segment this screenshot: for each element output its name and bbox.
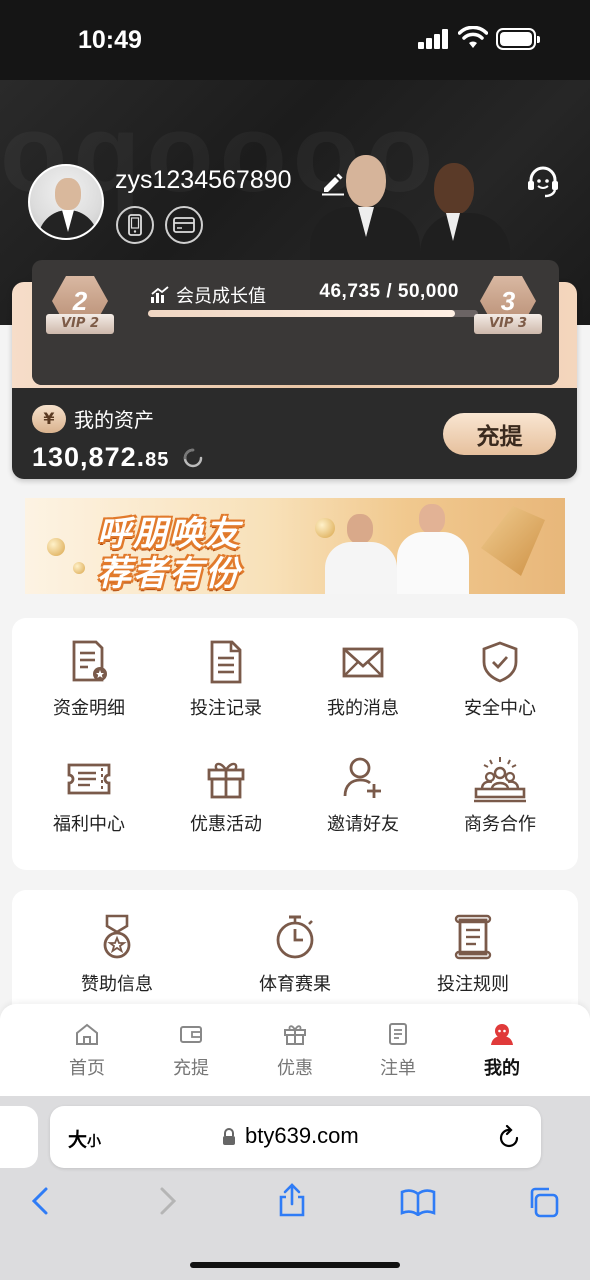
banner-player-image-2: [397, 504, 469, 594]
bet-record-icon: [210, 640, 242, 684]
menu-business-cooperation[interactable]: 商务合作: [430, 756, 570, 836]
growth-chart-icon: [151, 286, 169, 303]
menu-security-center[interactable]: 安全中心: [430, 640, 570, 720]
promo-banner[interactable]: 呼朋唤友 荐者有份: [25, 498, 565, 594]
lock-icon: [223, 1128, 235, 1145]
phone-verify-icon[interactable]: [116, 206, 154, 244]
menu-betting-rules[interactable]: 投注规则: [403, 914, 543, 996]
avatar[interactable]: [28, 164, 104, 240]
status-time: 10:49: [78, 26, 142, 54]
username: zys1234567890: [115, 166, 292, 194]
tab-deposit[interactable]: 充提: [156, 1022, 226, 1080]
vip-progress-panel: 2 VIP 2 会员成长值 46,735 / 50,000 3 VIP 3: [32, 260, 559, 385]
list-icon: [389, 1023, 407, 1045]
mail-icon: [342, 647, 384, 678]
growth-value: 46,735 / 50,000: [319, 281, 459, 302]
url-text: bty639.com: [245, 1123, 359, 1148]
customer-service-icon[interactable]: [525, 164, 561, 200]
tab-bets[interactable]: 注单: [363, 1022, 433, 1080]
bookmarks-icon[interactable]: [400, 1188, 436, 1216]
secondary-menu-card: 赞助信息 体育赛果 投注规则: [12, 890, 578, 1020]
gift-icon: [284, 1025, 306, 1045]
menu-fund-details[interactable]: 资金明细: [19, 640, 159, 720]
deposit-withdraw-button[interactable]: 充提: [443, 413, 556, 455]
signal-icon: [418, 29, 450, 49]
menu-welfare-center[interactable]: 福利中心: [19, 756, 159, 836]
back-icon[interactable]: [30, 1186, 50, 1216]
shield-icon: [482, 641, 518, 683]
banner-trophy-graphic: [481, 506, 545, 576]
bank-card-icon[interactable]: [165, 206, 203, 244]
banner-player-image: [325, 514, 397, 594]
stopwatch-icon: [276, 915, 314, 959]
menu-sports-results[interactable]: 体育赛果: [225, 914, 365, 996]
home-icon: [76, 1023, 98, 1045]
tab-home[interactable]: 首页: [52, 1022, 122, 1080]
home-indicator: [190, 1262, 400, 1268]
assets-label: ¥ 我的资产: [32, 404, 154, 433]
forward-icon[interactable]: [158, 1186, 178, 1216]
edit-icon[interactable]: [320, 170, 346, 196]
menu-sponsorship[interactable]: 赞助信息: [47, 914, 187, 996]
battery-icon: [496, 28, 540, 50]
tabs-icon[interactable]: [527, 1186, 559, 1218]
growth-label: 会员成长值: [150, 282, 266, 308]
vip-next-badge: 3 VIP 3: [474, 276, 542, 340]
add-user-icon: [343, 757, 381, 798]
wallet-icon: [180, 1026, 202, 1043]
browser-toolbar: 大小 bty639.com: [0, 1096, 590, 1280]
menu-promotions[interactable]: 优惠活动: [156, 756, 296, 836]
wifi-icon: [458, 26, 488, 48]
bottom-tab-bar: 首页 充提 优惠 注单 我的: [0, 1004, 590, 1096]
text-size-button[interactable]: 大小: [68, 1125, 101, 1152]
vip-current-badge: 2 VIP 2: [46, 276, 114, 340]
menu-invite-friends[interactable]: 邀请好友: [293, 756, 433, 836]
menu-bet-record[interactable]: 投注记录: [156, 640, 296, 720]
yen-icon: ¥: [32, 404, 66, 433]
status-bar: 10:49: [0, 0, 590, 80]
primary-menu-card: 资金明细 投注记录 我的消息 安全中心 福利中心 优惠活动 邀请好友 商务合作: [12, 618, 578, 870]
growth-progress-bar: [148, 310, 478, 317]
banner-line-2: 荐者有份: [97, 554, 241, 594]
address-bar[interactable]: 大小 bty639.com: [50, 1106, 541, 1168]
fund-details-icon: [72, 640, 107, 682]
share-icon[interactable]: [278, 1182, 306, 1218]
business-icon: [474, 757, 526, 803]
user-icon: [491, 1024, 513, 1045]
ticket-icon: [67, 763, 111, 795]
gift-icon: [207, 762, 245, 799]
tab-mine[interactable]: 我的: [467, 1022, 537, 1080]
menu-messages[interactable]: 我的消息: [293, 640, 433, 720]
reload-icon[interactable]: [497, 1124, 521, 1150]
medal-icon: [103, 914, 131, 959]
tab-promotions[interactable]: 优惠: [260, 1022, 330, 1080]
refresh-icon[interactable]: [180, 445, 206, 471]
previous-tab-peek[interactable]: [0, 1106, 38, 1168]
assets-amount: 130,872.85: [32, 442, 170, 472]
scroll-icon: [454, 914, 492, 960]
